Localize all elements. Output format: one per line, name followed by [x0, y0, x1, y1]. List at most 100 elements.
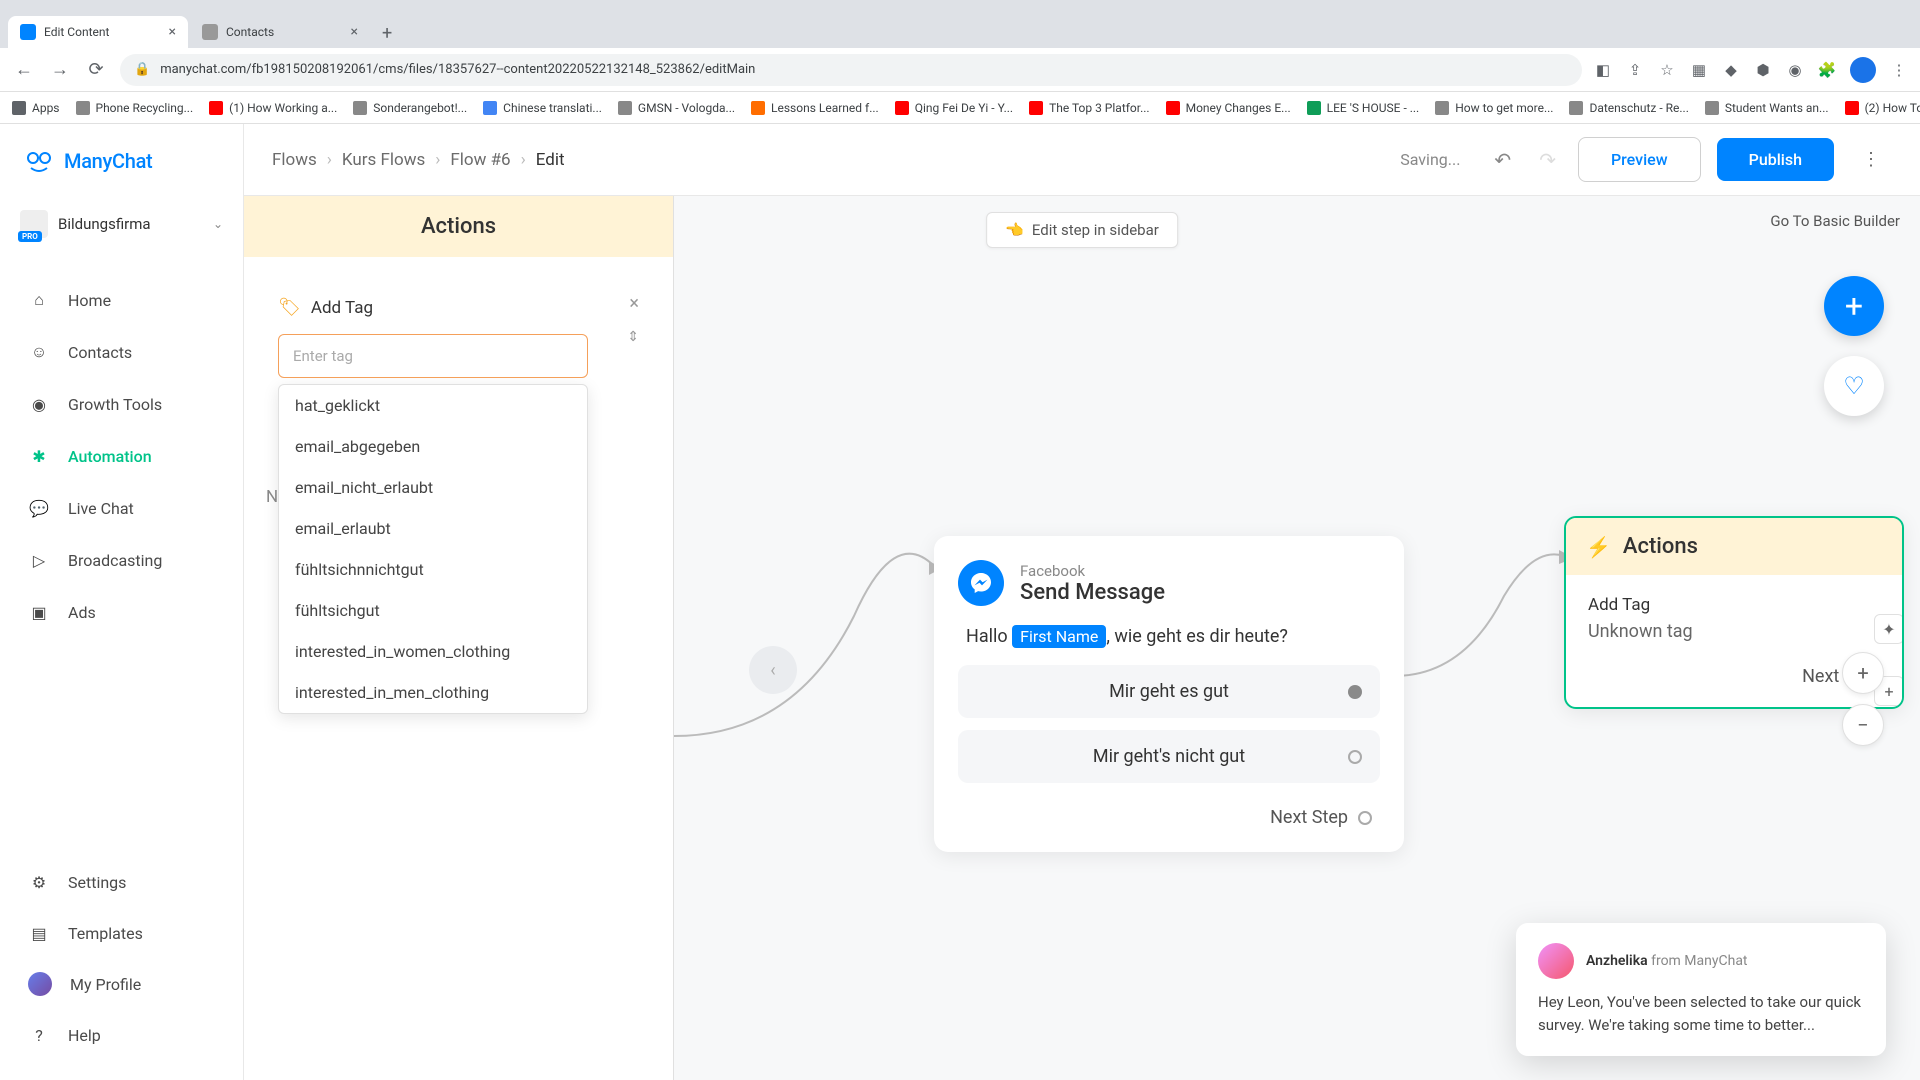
- node-expand-button[interactable]: ✦: [1874, 614, 1904, 644]
- sidebar-item-growth[interactable]: ◉Growth Tools: [0, 378, 243, 430]
- go-to-basic-button[interactable]: Go To Basic Builder: [1770, 212, 1900, 230]
- quick-reply-option[interactable]: Mir geht es gut: [958, 665, 1380, 718]
- dropdown-option[interactable]: fühltsichnnichtgut: [279, 549, 587, 590]
- favorite-fab[interactable]: ♡: [1824, 356, 1884, 416]
- nav-label: Settings: [68, 873, 126, 892]
- close-icon[interactable]: ×: [629, 293, 639, 314]
- sidebar-item-home[interactable]: ⌂ Home: [0, 274, 243, 326]
- workspace-selector[interactable]: PRO Bildungsfirma ⌄: [0, 198, 243, 256]
- sidebar-item-automation[interactable]: ✱Automation: [0, 430, 243, 482]
- browser-tabs: Edit Content × Contacts × +: [0, 0, 1920, 48]
- logo[interactable]: ManyChat: [0, 124, 243, 198]
- breadcrumb-item[interactable]: Flows: [272, 150, 317, 170]
- extension-icon[interactable]: ⬢: [1754, 61, 1772, 79]
- bookmark-item[interactable]: LEE 'S HOUSE - ...: [1307, 101, 1420, 115]
- messenger-icon: [958, 560, 1004, 606]
- dropdown-option[interactable]: email_abgegeben: [279, 426, 587, 467]
- breadcrumb-item[interactable]: Flow #6: [450, 150, 510, 170]
- expand-icon[interactable]: ⇕: [627, 329, 639, 345]
- tab-close-icon[interactable]: ×: [169, 24, 176, 40]
- dropdown-option[interactable]: email_erlaubt: [279, 508, 587, 549]
- bookmark-item[interactable]: Phone Recycling...: [76, 101, 194, 115]
- nav-label: My Profile: [70, 975, 141, 994]
- next-step-label[interactable]: Next Step: [1588, 666, 1880, 687]
- dropdown-option[interactable]: fühltsichgut: [279, 590, 587, 631]
- bookmark-label: Money Changes E...: [1186, 101, 1291, 115]
- zoom-in-button[interactable]: +: [1842, 652, 1884, 694]
- sidebar-item-templates[interactable]: ▤ Templates: [0, 908, 243, 958]
- publish-button[interactable]: Publish: [1717, 138, 1834, 181]
- back-button[interactable]: ←: [12, 59, 36, 80]
- bookmark-favicon: [353, 101, 367, 115]
- send-message-node[interactable]: Facebook Send Message Hallo First Name, …: [934, 536, 1404, 852]
- add-node-fab[interactable]: +: [1824, 276, 1884, 336]
- menu-icon[interactable]: ⋮: [1890, 61, 1908, 79]
- extension-icon[interactable]: ◆: [1722, 61, 1740, 79]
- quick-reply-option[interactable]: Mir geht's nicht gut: [958, 730, 1380, 783]
- browser-tab-active[interactable]: Edit Content ×: [8, 16, 188, 48]
- sidebar-item-chat[interactable]: 💬Live Chat: [0, 482, 243, 534]
- sidebar-item-settings[interactable]: ⚙ Settings: [0, 856, 243, 908]
- sidebar-item-broadcast[interactable]: ▷Broadcasting: [0, 534, 243, 586]
- add-tag-section: 🏷 Add Tag × ⇕ hat_geklicktemail_abgegebe…: [278, 297, 639, 714]
- connector-dot-icon[interactable]: [1348, 685, 1362, 699]
- workspace-name: Bildungsfirma: [58, 215, 203, 233]
- bookmark-label: How to get more...: [1455, 101, 1553, 115]
- bookmark-item[interactable]: Money Changes E...: [1166, 101, 1291, 115]
- share-icon[interactable]: ⇪: [1626, 61, 1644, 79]
- nav-label: Help: [68, 1026, 101, 1045]
- sidebar-item-profile[interactable]: My Profile: [0, 958, 243, 1010]
- extension-icon[interactable]: ▦: [1690, 61, 1708, 79]
- next-step-row[interactable]: Next Step: [958, 795, 1380, 828]
- bookmark-item[interactable]: How to get more...: [1435, 101, 1553, 115]
- browser-tab[interactable]: Contacts ×: [190, 16, 370, 48]
- preview-button[interactable]: Preview: [1578, 137, 1701, 182]
- bookmark-item[interactable]: Datenschutz - Re...: [1569, 101, 1688, 115]
- connector-dot-icon[interactable]: [1348, 750, 1362, 764]
- home-icon: ⌂: [28, 289, 50, 311]
- nav-label: Templates: [68, 924, 143, 943]
- sidebar-item-help[interactable]: ? Help: [0, 1010, 243, 1060]
- chevron-right-icon: ›: [435, 150, 440, 170]
- bookmark-item[interactable]: Chinese translati...: [483, 101, 602, 115]
- breadcrumb-item[interactable]: Kurs Flows: [342, 150, 425, 170]
- sidebar-item-contacts[interactable]: ☺Contacts: [0, 326, 243, 378]
- undo-button[interactable]: ↶: [1488, 142, 1517, 178]
- bookmark-label: Lessons Learned f...: [771, 101, 879, 115]
- bookmark-item[interactable]: Student Wants an...: [1705, 101, 1829, 115]
- sidebar-item-ads[interactable]: ▣Ads: [0, 586, 243, 638]
- dropdown-option[interactable]: interested_in_men_clothing: [279, 672, 587, 713]
- connector-dot-icon[interactable]: [1358, 811, 1372, 825]
- bookmark-label: Apps: [32, 101, 60, 115]
- puzzle-icon[interactable]: 🧩: [1818, 61, 1836, 79]
- tab-close-icon[interactable]: ×: [351, 24, 358, 40]
- reload-button[interactable]: ⟳: [84, 59, 108, 80]
- more-menu-button[interactable]: ⋮: [1850, 141, 1892, 178]
- bookmark-item[interactable]: Sonderangebot!...: [353, 101, 467, 115]
- flow-canvas[interactable]: 👈 Edit step in sidebar Go To Basic Build…: [244, 196, 1920, 1080]
- nav-label: Home: [68, 291, 111, 310]
- bookmark-item[interactable]: The Top 3 Platfor...: [1029, 101, 1150, 115]
- dropdown-option[interactable]: interested_in_women_clothing: [279, 631, 587, 672]
- bookmark-item[interactable]: GMSN - Vologda...: [618, 101, 735, 115]
- new-tab-button[interactable]: +: [372, 19, 402, 48]
- bookmark-item[interactable]: (1) How Working a...: [209, 101, 337, 115]
- zoom-out-button[interactable]: −: [1842, 704, 1884, 746]
- extension-icon[interactable]: ◧: [1594, 61, 1612, 79]
- star-icon[interactable]: ☆: [1658, 61, 1676, 79]
- bookmark-item[interactable]: Apps: [12, 101, 60, 115]
- extension-icon[interactable]: ◉: [1786, 61, 1804, 79]
- forward-button[interactable]: →: [48, 59, 72, 80]
- dropdown-option[interactable]: email_nicht_erlaubt: [279, 467, 587, 508]
- bookmark-item[interactable]: Lessons Learned f...: [751, 101, 879, 115]
- canvas-nav-prev[interactable]: ‹: [749, 646, 797, 694]
- dropdown-option[interactable]: hat_geklickt: [279, 385, 587, 426]
- edit-step-pill[interactable]: 👈 Edit step in sidebar: [986, 212, 1178, 248]
- bookmark-item[interactable]: (2) How To Add A...: [1845, 101, 1920, 115]
- tag-input[interactable]: [278, 334, 588, 378]
- redo-button[interactable]: ↷: [1533, 142, 1562, 178]
- url-bar[interactable]: 🔒 manychat.com/fb198150208192061/cms/fil…: [120, 54, 1582, 86]
- bookmark-item[interactable]: Qing Fei De Yi - Y...: [895, 101, 1013, 115]
- browser-profile-icon[interactable]: [1850, 57, 1876, 83]
- support-chat-popup[interactable]: Anzhelika from ManyChat Hey Leon, You've…: [1516, 923, 1886, 1056]
